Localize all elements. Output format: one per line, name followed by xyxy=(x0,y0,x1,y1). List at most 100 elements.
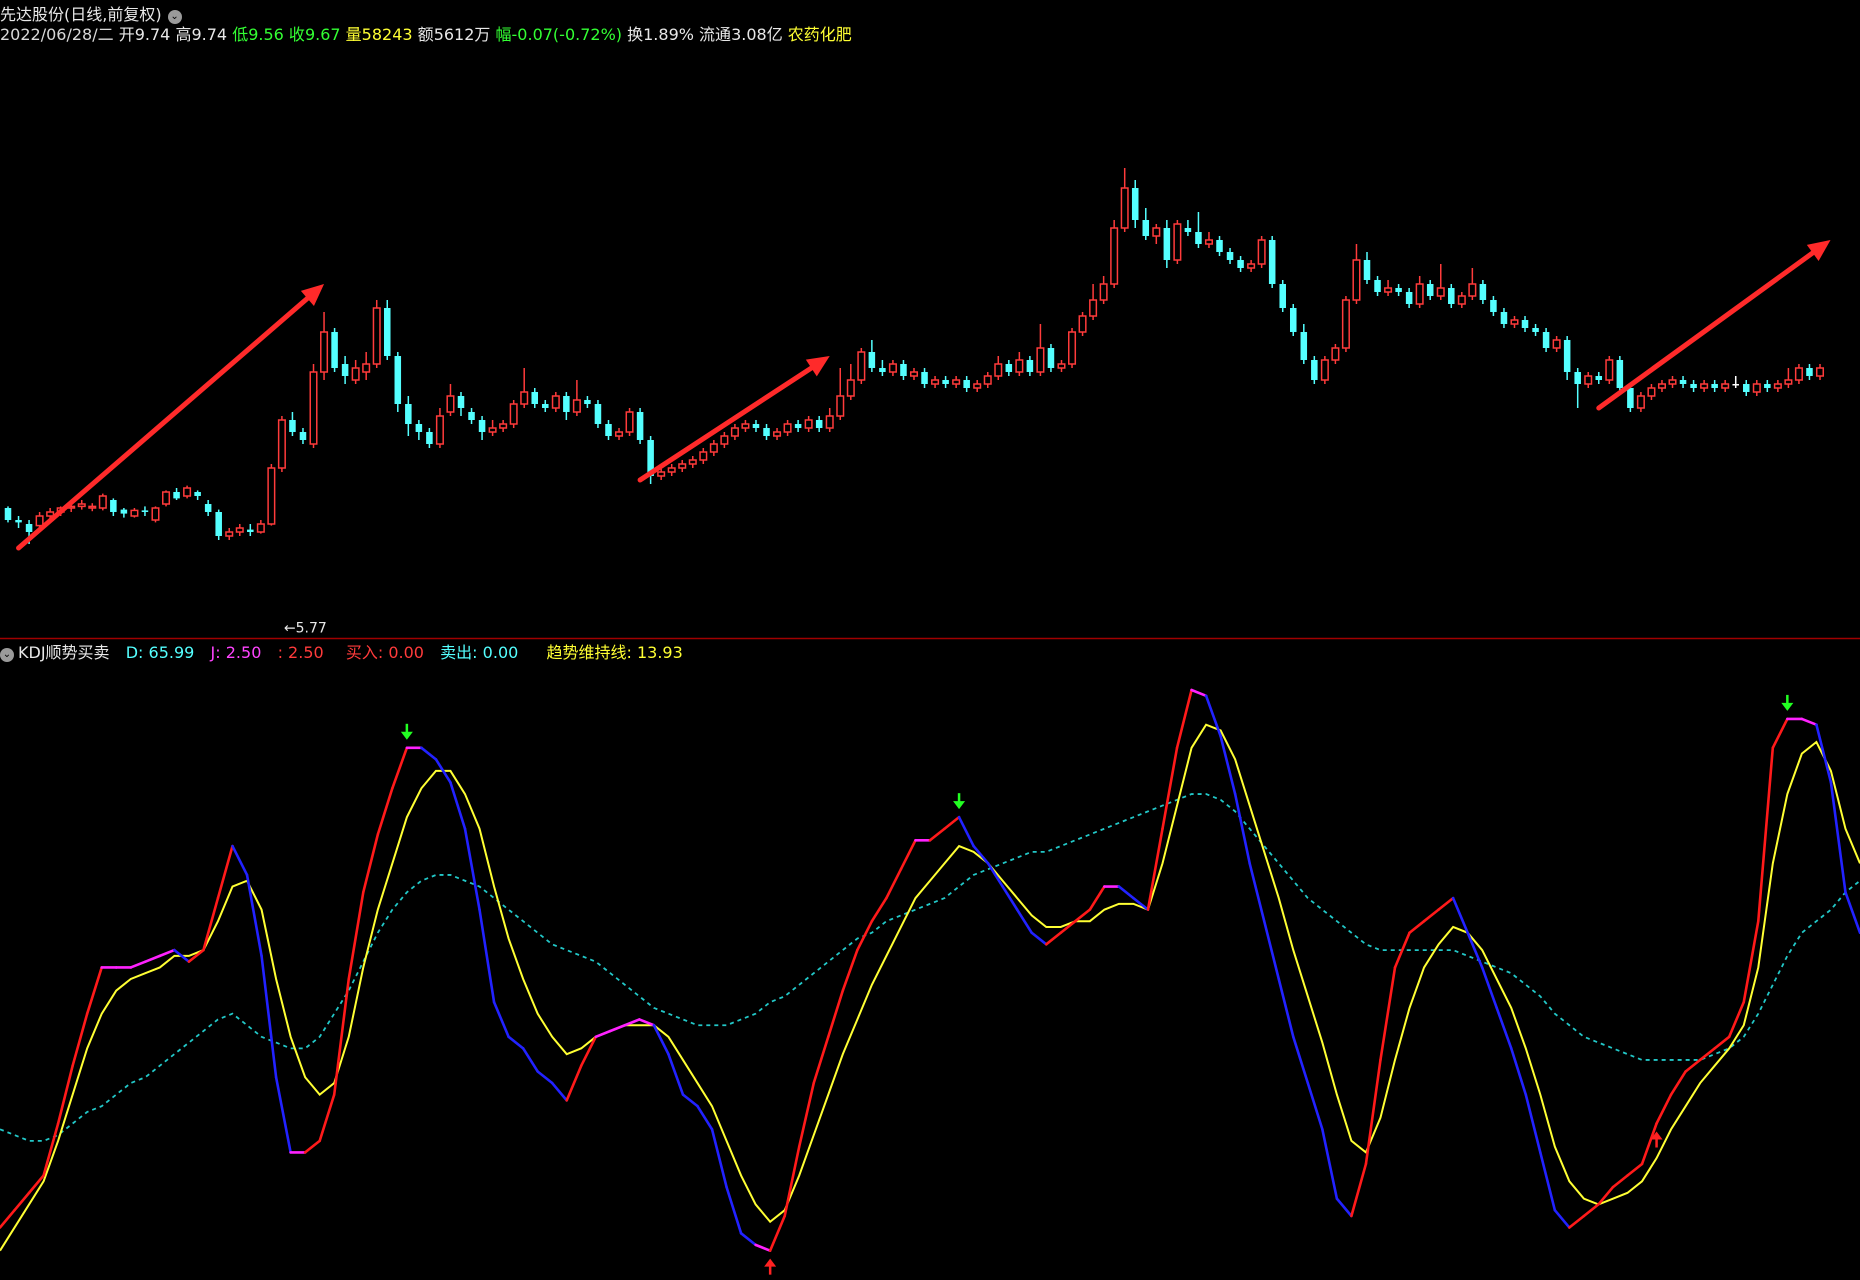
j-label: J: xyxy=(210,643,221,662)
amount-value: 5612万 xyxy=(433,25,491,44)
sell-value: 0.00 xyxy=(482,643,519,662)
sell-signal-arrow xyxy=(400,723,413,740)
close-value: 9.67 xyxy=(304,25,341,44)
k-line-segment xyxy=(1044,931,1063,946)
signal-head xyxy=(764,1258,777,1267)
k-line-segment xyxy=(1553,1208,1571,1229)
k-line-segment xyxy=(231,844,249,877)
k-line-segment xyxy=(1509,1047,1528,1096)
k-line-segment xyxy=(1713,1035,1731,1050)
k-line-segment xyxy=(899,838,917,871)
buy-value: 0.00 xyxy=(388,643,424,662)
buy-label: 买入: xyxy=(345,643,384,662)
k-line-segment xyxy=(1727,1000,1746,1039)
k-line-segment xyxy=(826,989,845,1039)
k-line-segment xyxy=(318,1093,336,1143)
k-line-segment xyxy=(986,862,1004,888)
k-line-segment xyxy=(158,948,176,958)
k-line-segment xyxy=(420,746,438,761)
k-line-segment xyxy=(885,867,903,900)
k-line-segment xyxy=(536,1070,554,1085)
k-line-segment xyxy=(681,1093,699,1108)
k-line-segment xyxy=(1800,717,1818,726)
k-line-segment xyxy=(1350,1162,1368,1218)
k-line-segment xyxy=(1248,862,1266,923)
k-line-segment xyxy=(1495,1006,1513,1050)
d-value: 65.99 xyxy=(148,643,195,662)
k-line-segment xyxy=(1074,908,1092,923)
k-line-segment xyxy=(1655,1093,1673,1125)
k-line-segment xyxy=(579,1035,598,1067)
signal-head xyxy=(953,801,966,810)
k-line-segment xyxy=(1844,890,1860,935)
k-line-segment xyxy=(0,1208,16,1229)
change-label: 幅 xyxy=(495,25,512,44)
period-dropdown-icon[interactable]: ⌄ xyxy=(167,10,182,24)
k-line-segment xyxy=(1640,1122,1658,1166)
d-line xyxy=(0,723,1860,1252)
k-line-segment xyxy=(565,1064,583,1102)
k-line-segment xyxy=(376,786,394,836)
k-line-segment xyxy=(1669,1070,1687,1096)
k-line-segment xyxy=(1321,1127,1339,1200)
k-line-segment xyxy=(274,1075,292,1154)
k-line-segment xyxy=(754,1243,772,1252)
indicator-title-row: ⌄ KDJ顺势买卖 D: 65.99 J: 2.50 : 2.50 买入: 0.0… xyxy=(0,644,683,662)
quote-row: 2022/06/28/二 开9.74 高9.74 低9.56 收9.67 量58… xyxy=(0,26,852,44)
open-value: 9.74 xyxy=(134,25,171,44)
low-value: 9.56 xyxy=(248,25,284,44)
k-line-segment xyxy=(332,977,351,1096)
stock-title-row: 先达股份(日线,前复权) ⌄ xyxy=(0,6,182,24)
close-label: 收 xyxy=(288,25,305,44)
k-line-segment xyxy=(652,1023,670,1056)
sector-label[interactable]: 农药化肥 xyxy=(788,25,852,44)
k-line-segment xyxy=(1030,931,1048,946)
k-line-segment xyxy=(1335,1197,1353,1218)
j-value: 2.50 xyxy=(225,643,262,662)
k-line-segment xyxy=(1190,688,1208,698)
k-line-segment xyxy=(463,827,481,911)
chart-stage: ←5.77 先达股份(日线,前复权) ⌄ 2022/06/28/二 开9.74 高… xyxy=(0,0,1860,1280)
k-line-segment xyxy=(1204,694,1222,738)
k-line-segment xyxy=(1626,1162,1644,1177)
k-line-segment xyxy=(1291,1035,1310,1085)
k-line-segment xyxy=(870,896,888,923)
volume-value: 58243 xyxy=(361,25,413,44)
k-line-segment xyxy=(521,1047,539,1073)
k-line-segment xyxy=(725,1185,743,1235)
k-line-segment xyxy=(85,966,104,1015)
quote-date: 2022/06/28/二 xyxy=(0,25,114,44)
change-value: -0.07(-0.72%) xyxy=(511,25,623,44)
k-line-segment xyxy=(739,1232,757,1247)
k-line-segment xyxy=(1684,1058,1702,1073)
stock-title: 先达股份(日线,前复权) xyxy=(0,5,162,24)
k-line-segment xyxy=(1582,1203,1600,1218)
k-line-segment xyxy=(594,1029,612,1039)
open-label: 开 xyxy=(118,25,135,44)
k-line-segment xyxy=(1756,746,1775,923)
volume-label: 量 xyxy=(345,25,362,44)
k-line-segment xyxy=(1175,688,1193,750)
indicator-panel[interactable] xyxy=(0,0,1860,1280)
indicator-name[interactable]: KDJ顺势买卖 xyxy=(18,643,110,662)
sell-label: 卖出: xyxy=(440,643,478,662)
trend-value: 13.93 xyxy=(636,643,683,662)
k-line-segment xyxy=(957,815,975,848)
k-line-segment xyxy=(550,1081,569,1102)
k-line-segment xyxy=(1408,919,1426,935)
indicator-dropdown-icon[interactable]: ⌄ xyxy=(0,648,14,662)
k-line-segment xyxy=(1524,1093,1542,1154)
k-line-segment xyxy=(1306,1081,1324,1131)
signal-head xyxy=(400,731,413,740)
k-line-segment xyxy=(1277,977,1295,1039)
trend-label: 趋势维持线: xyxy=(546,643,632,662)
low-label: 低 xyxy=(232,25,249,44)
k-line-segment xyxy=(1771,717,1789,750)
k-line-segment xyxy=(841,948,859,992)
k-line-segment xyxy=(1466,931,1484,969)
k-line-segment xyxy=(303,1139,321,1154)
k-line-segment xyxy=(478,908,496,1004)
k-line-segment xyxy=(696,1104,714,1131)
k-line-segment xyxy=(1611,1174,1629,1189)
k-label: : xyxy=(277,643,283,662)
